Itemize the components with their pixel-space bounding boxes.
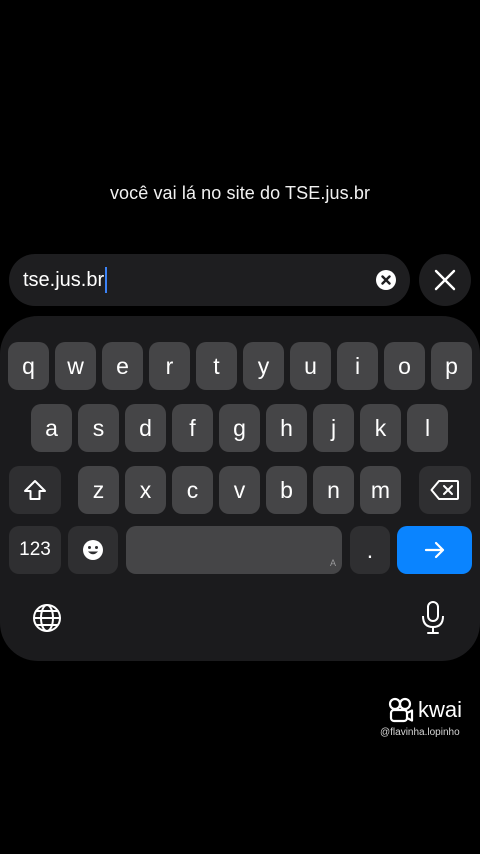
shift-key[interactable] bbox=[9, 466, 61, 514]
clear-input-icon[interactable] bbox=[376, 270, 396, 290]
video-caption: você vai lá no site do TSE.jus.br bbox=[109, 183, 371, 203]
on-screen-keyboard: qwertyuiop asdfghjkl zxcvbnm 123 A . bbox=[0, 316, 480, 661]
kwai-watermark: kwai @flavinha.lopinho bbox=[380, 694, 478, 738]
backspace-icon bbox=[430, 480, 459, 500]
key-j[interactable]: j bbox=[313, 404, 354, 452]
go-key[interactable] bbox=[397, 526, 472, 574]
key-i[interactable]: i bbox=[337, 342, 378, 390]
key-b[interactable]: b bbox=[266, 466, 307, 514]
key-k[interactable]: k bbox=[360, 404, 401, 452]
key-u[interactable]: u bbox=[290, 342, 331, 390]
emoji-key[interactable] bbox=[68, 526, 118, 574]
key-n[interactable]: n bbox=[313, 466, 354, 514]
key-q[interactable]: q bbox=[8, 342, 49, 390]
key-h[interactable]: h bbox=[266, 404, 307, 452]
close-icon bbox=[434, 269, 456, 291]
kwai-logo: kwai bbox=[388, 694, 478, 726]
close-search-button[interactable] bbox=[419, 254, 471, 306]
backspace-key[interactable] bbox=[419, 466, 471, 514]
emoji-icon bbox=[83, 540, 103, 560]
search-bar[interactable]: tse.jus.br bbox=[9, 254, 410, 306]
microphone-button[interactable] bbox=[419, 600, 447, 636]
key-a[interactable]: a bbox=[31, 404, 72, 452]
key-v[interactable]: v bbox=[219, 466, 260, 514]
key-m[interactable]: m bbox=[360, 466, 401, 514]
numbers-key[interactable]: 123 bbox=[9, 526, 61, 574]
kwai-brand-text: kwai bbox=[418, 697, 463, 722]
search-input-value: tse.jus.br bbox=[23, 268, 105, 291]
key-g[interactable]: g bbox=[219, 404, 260, 452]
search-input[interactable]: tse.jus.br bbox=[23, 254, 363, 306]
period-key[interactable]: . bbox=[350, 526, 390, 574]
kwai-logo-icon bbox=[388, 697, 414, 723]
space-key[interactable]: A bbox=[126, 526, 342, 574]
key-z[interactable]: z bbox=[78, 466, 119, 514]
key-c[interactable]: c bbox=[172, 466, 213, 514]
globe-button[interactable] bbox=[31, 602, 63, 634]
key-f[interactable]: f bbox=[172, 404, 213, 452]
creator-handle: @flavinha.lopinho bbox=[380, 727, 460, 738]
microphone-icon bbox=[422, 601, 444, 634]
arrow-right-icon bbox=[424, 541, 444, 559]
shift-icon bbox=[24, 480, 46, 500]
key-d[interactable]: d bbox=[125, 404, 166, 452]
key-o[interactable]: o bbox=[384, 342, 425, 390]
globe-icon bbox=[33, 604, 61, 632]
key-p[interactable]: p bbox=[431, 342, 472, 390]
text-cursor bbox=[105, 267, 108, 293]
space-language-hint: A bbox=[329, 558, 336, 568]
key-r[interactable]: r bbox=[149, 342, 190, 390]
key-w[interactable]: w bbox=[55, 342, 96, 390]
key-e[interactable]: e bbox=[102, 342, 143, 390]
key-y[interactable]: y bbox=[243, 342, 284, 390]
key-t[interactable]: t bbox=[196, 342, 237, 390]
key-l[interactable]: l bbox=[407, 404, 448, 452]
key-x[interactable]: x bbox=[125, 466, 166, 514]
key-s[interactable]: s bbox=[78, 404, 119, 452]
